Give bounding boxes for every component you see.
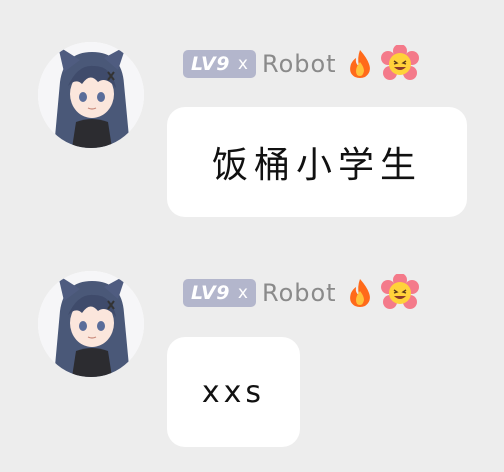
avatar-image bbox=[38, 42, 144, 148]
message-text: 饭桶小学生 bbox=[211, 145, 422, 186]
badge-x-label: x bbox=[237, 283, 248, 303]
fire-icon bbox=[349, 50, 370, 78]
message-bubble[interactable]: 饭桶小学生 bbox=[167, 107, 467, 217]
sender-name[interactable]: Robot bbox=[262, 50, 337, 78]
message-text: xxs bbox=[201, 374, 266, 410]
message-meta: LV9 x Robot bbox=[183, 45, 419, 80]
level-badge-label: LV9 bbox=[191, 53, 230, 75]
level-badge: LV9 x bbox=[183, 279, 256, 307]
message-bubble[interactable]: xxs bbox=[167, 337, 300, 447]
laughing-flower-icon bbox=[380, 274, 419, 309]
avatar-image bbox=[38, 271, 144, 377]
avatar[interactable] bbox=[38, 271, 144, 377]
sender-name[interactable]: Robot bbox=[262, 279, 337, 307]
level-badge: LV9 x bbox=[183, 50, 256, 78]
laughing-flower-icon bbox=[380, 45, 419, 80]
level-badge-label: LV9 bbox=[191, 282, 230, 304]
fire-icon bbox=[349, 279, 370, 307]
badge-x-label: x bbox=[237, 54, 248, 74]
avatar[interactable] bbox=[38, 42, 144, 148]
message-meta: LV9 x Robot bbox=[183, 274, 419, 309]
